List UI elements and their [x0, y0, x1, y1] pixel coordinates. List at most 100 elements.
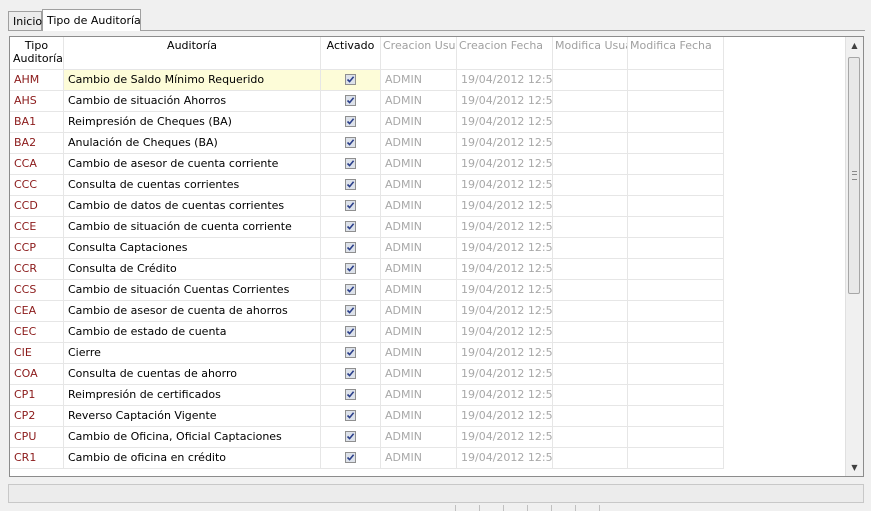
cell-tipo[interactable]: CCS — [10, 280, 64, 301]
cell-modifica-fecha[interactable] — [628, 406, 724, 427]
cell-creacion-usuario[interactable]: ADMIN — [381, 343, 457, 364]
cell-creacion-fecha[interactable]: 19/04/2012 12:53:3 — [457, 175, 553, 196]
table-row[interactable]: CCC Consulta de cuentas corrientes ADMIN 19… — [10, 175, 846, 196]
cell-tipo[interactable]: BA1 — [10, 112, 64, 133]
table-row[interactable]: CIECierre ADMIN19/04/2012 12:53:3 — [10, 343, 846, 364]
cell-tipo[interactable]: CCR — [10, 259, 64, 280]
cell-tipo[interactable]: CCP — [10, 238, 64, 259]
cell-creacion-fecha[interactable]: 19/04/2012 12:53:3 — [457, 301, 553, 322]
cell-modifica-fecha[interactable] — [628, 343, 724, 364]
cell-auditoria[interactable]: Consulta Captaciones — [64, 238, 321, 259]
cell-creacion-usuario[interactable]: ADMIN — [381, 217, 457, 238]
cell-creacion-usuario[interactable]: ADMIN — [381, 406, 457, 427]
cell-modifica-fecha[interactable] — [628, 301, 724, 322]
cell-modifica-fecha[interactable] — [628, 175, 724, 196]
cell-creacion-fecha[interactable]: 19/04/2012 12:53:3 — [457, 448, 553, 469]
cell-auditoria[interactable]: Consulta de cuentas de ahorro — [64, 364, 321, 385]
cell-auditoria[interactable]: Cambio de estado de cuenta — [64, 322, 321, 343]
cell-creacion-fecha[interactable]: 19/04/2012 12:53:3 — [457, 259, 553, 280]
activado-checkbox[interactable] — [345, 263, 356, 274]
cell-creacion-fecha[interactable]: 19/04/2012 12:53:3 — [457, 427, 553, 448]
cell-tipo[interactable]: CCC — [10, 175, 64, 196]
cell-modifica-usuario[interactable] — [553, 217, 628, 238]
cell-modifica-usuario[interactable] — [553, 448, 628, 469]
activado-checkbox[interactable] — [345, 410, 356, 421]
table-row[interactable]: CEC Cambio de estado de cuenta ADMIN 19/04/… — [10, 322, 846, 343]
cell-modifica-fecha[interactable] — [628, 322, 724, 343]
table-row[interactable]: COA Consulta de cuentas de ahorro ADMIN 19/… — [10, 364, 846, 385]
cell-auditoria[interactable]: Anulación de Cheques (BA) — [64, 133, 321, 154]
cell-auditoria[interactable]: Cambio de datos de cuentas corrientes — [64, 196, 321, 217]
activado-checkbox[interactable] — [345, 242, 356, 253]
cell-modifica-fecha[interactable] — [628, 385, 724, 406]
cell-creacion-usuario[interactable]: ADMIN — [381, 112, 457, 133]
cell-creacion-fecha[interactable]: 19/04/2012 12:53:3 — [457, 385, 553, 406]
activado-checkbox[interactable] — [345, 74, 356, 85]
arrow-down-icon[interactable]: ▼ — [846, 459, 863, 476]
cell-tipo[interactable]: AHS — [10, 91, 64, 112]
cell-creacion-fecha[interactable]: 19/04/2012 12:53:3 — [457, 343, 553, 364]
cell-modifica-usuario[interactable] — [553, 112, 628, 133]
activado-checkbox[interactable] — [345, 389, 356, 400]
cell-modifica-fecha[interactable] — [628, 70, 724, 91]
cell-tipo[interactable]: AHM — [10, 70, 64, 91]
cell-creacion-usuario[interactable]: ADMIN — [381, 280, 457, 301]
activado-checkbox[interactable] — [345, 347, 356, 358]
cell-modifica-usuario[interactable] — [553, 238, 628, 259]
cell-modifica-usuario[interactable] — [553, 154, 628, 175]
cell-creacion-usuario[interactable]: ADMIN — [381, 196, 457, 217]
cell-auditoria[interactable]: Cierre — [64, 343, 321, 364]
cell-modifica-fecha[interactable] — [628, 280, 724, 301]
cell-auditoria[interactable]: Cambio de Oficina, Oficial Captaciones — [64, 427, 321, 448]
column-header-creacion-usuario[interactable]: Creacion Usuar — [381, 37, 457, 70]
cell-creacion-fecha[interactable]: 19/04/2012 12:53:3 — [457, 70, 553, 91]
cell-creacion-usuario[interactable]: ADMIN — [381, 70, 457, 91]
cell-creacion-fecha[interactable]: 19/04/2012 12:53:3 — [457, 238, 553, 259]
activado-checkbox[interactable] — [345, 200, 356, 211]
activado-checkbox[interactable] — [345, 158, 356, 169]
activado-checkbox[interactable] — [345, 116, 356, 127]
activado-checkbox[interactable] — [345, 95, 356, 106]
table-row[interactable]: CR1 Cambio de oficina en crédito ADMIN 19/0… — [10, 448, 846, 469]
cell-modifica-usuario[interactable] — [553, 175, 628, 196]
activado-checkbox[interactable] — [345, 284, 356, 295]
cell-creacion-usuario[interactable]: ADMIN — [381, 385, 457, 406]
cell-creacion-fecha[interactable]: 19/04/2012 12:53:3 — [457, 112, 553, 133]
cell-creacion-usuario[interactable]: ADMIN — [381, 259, 457, 280]
cell-creacion-usuario[interactable]: ADMIN — [381, 301, 457, 322]
cell-tipo[interactable]: CCD — [10, 196, 64, 217]
activado-checkbox[interactable] — [345, 368, 356, 379]
cell-modifica-usuario[interactable] — [553, 385, 628, 406]
cell-modifica-fecha[interactable] — [628, 238, 724, 259]
table-row[interactable]: CCR Consulta de Crédito ADMIN 19/04/2012 12… — [10, 259, 846, 280]
cell-creacion-usuario[interactable]: ADMIN — [381, 427, 457, 448]
cell-modifica-fecha[interactable] — [628, 448, 724, 469]
tab-tipo-de-auditoria[interactable]: Tipo de Auditoría — [42, 9, 141, 31]
cell-creacion-usuario[interactable]: ADMIN — [381, 322, 457, 343]
table-row[interactable]: AHS Cambio de situación Ahorros ADMIN 19/04… — [10, 91, 846, 112]
table-row[interactable]: CCD Cambio de datos de cuentas corrientes… — [10, 196, 846, 217]
cell-auditoria[interactable]: Cambio de oficina en crédito — [64, 448, 321, 469]
cell-modifica-fecha[interactable] — [628, 259, 724, 280]
cell-auditoria[interactable]: Consulta de cuentas corrientes — [64, 175, 321, 196]
cell-creacion-fecha[interactable]: 19/04/2012 12:53:3 — [457, 217, 553, 238]
cell-modifica-fecha[interactable] — [628, 217, 724, 238]
table-row[interactable]: AHM Cambio de Saldo Mínimo Requerido ADMIN… — [10, 70, 846, 91]
table-row[interactable]: CP1 Reimpresión de certificados ADMIN 19/04… — [10, 385, 846, 406]
cell-tipo[interactable]: CPU — [10, 427, 64, 448]
cell-creacion-usuario[interactable]: ADMIN — [381, 364, 457, 385]
cell-tipo[interactable]: COA — [10, 364, 64, 385]
cell-modifica-fecha[interactable] — [628, 112, 724, 133]
cell-auditoria[interactable]: Cambio de asesor de cuenta corriente — [64, 154, 321, 175]
table-row[interactable]: BA2 Anulación de Cheques (BA) ADMIN 19/04/2… — [10, 133, 846, 154]
vertical-scrollbar[interactable]: ▲ ▼ — [845, 37, 863, 476]
cell-creacion-usuario[interactable]: ADMIN — [381, 238, 457, 259]
scrollbar-thumb[interactable] — [848, 57, 860, 294]
cell-creacion-fecha[interactable]: 19/04/2012 12:53:3 — [457, 133, 553, 154]
activado-checkbox[interactable] — [345, 221, 356, 232]
arrow-up-icon[interactable]: ▲ — [846, 37, 863, 54]
column-header-auditoria[interactable]: Auditoría — [64, 37, 321, 70]
cell-auditoria[interactable]: Cambio de situación Ahorros — [64, 91, 321, 112]
column-header-creacion-fecha[interactable]: Creacion Fecha — [457, 37, 553, 70]
activado-checkbox[interactable] — [345, 137, 356, 148]
